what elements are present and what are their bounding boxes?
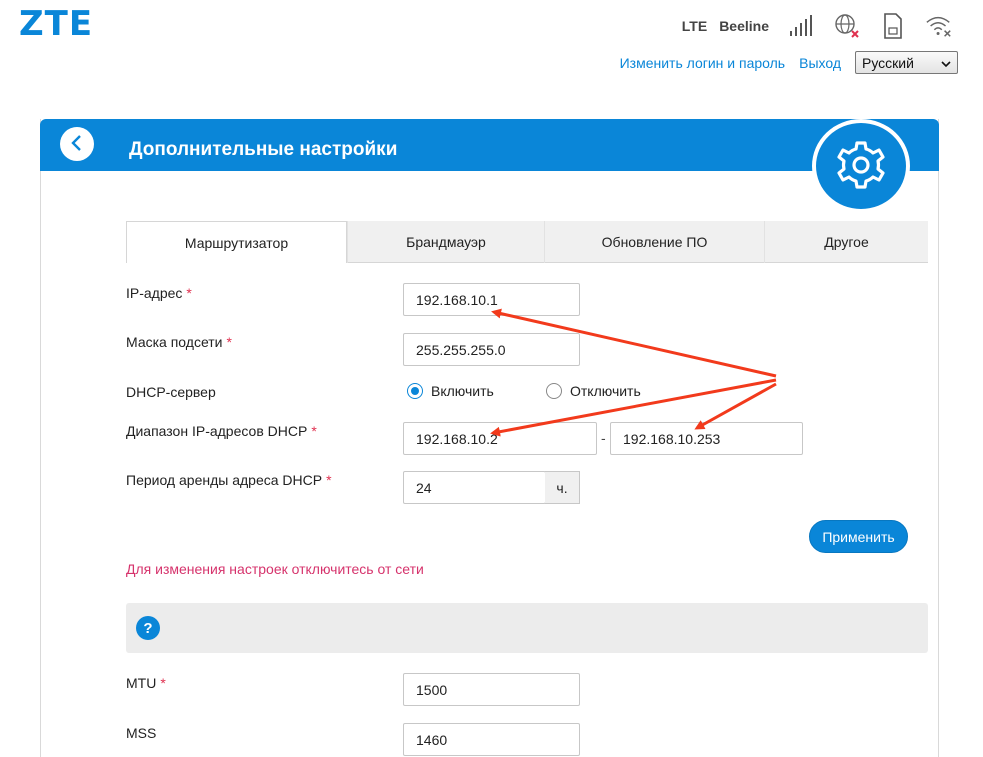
- back-button[interactable]: [60, 127, 94, 161]
- help-bar: ?: [126, 603, 928, 653]
- radio-unchecked-icon: [546, 383, 562, 399]
- language-select[interactable]: Русский: [855, 51, 958, 74]
- dhcp-range-end-input[interactable]: 192.168.10.253: [610, 422, 803, 455]
- signal-bars-icon: [787, 12, 815, 40]
- tab-other[interactable]: Другое: [764, 221, 928, 263]
- chevron-left-icon: [70, 134, 84, 155]
- dhcp-server-label: DHCP-сервер: [126, 384, 216, 400]
- change-login-link[interactable]: Изменить логин и пароль: [620, 55, 786, 71]
- gear-icon: [835, 139, 887, 194]
- dhcp-disable-label: Отключить: [570, 383, 641, 399]
- mtu-input[interactable]: 1500: [403, 673, 580, 706]
- zte-logo: ZTE: [19, 4, 94, 44]
- range-separator: -: [601, 430, 606, 446]
- lease-unit: ч.: [545, 471, 580, 504]
- sim-card-icon: [879, 12, 907, 40]
- globe-disconnected-icon: [833, 12, 861, 40]
- tab-firmware-update[interactable]: Обновление ПО: [544, 221, 764, 263]
- dhcp-lease-input[interactable]: 24: [403, 471, 546, 504]
- tab-router[interactable]: Маршрутизатор: [126, 221, 347, 263]
- top-links: Изменить логин и пароль Выход Русский: [620, 51, 958, 74]
- status-bar: LTE Beeline: [682, 12, 953, 40]
- ip-address-input[interactable]: 192.168.10.1: [403, 283, 580, 316]
- help-icon[interactable]: ?: [136, 616, 160, 640]
- mss-input[interactable]: 1460: [403, 723, 580, 756]
- network-type: LTE: [681, 18, 708, 34]
- chevron-down-icon: [941, 55, 951, 71]
- mss-label: MSS: [126, 725, 157, 741]
- operator-name: Beeline: [719, 18, 769, 34]
- panel-header: Дополнительные настройки: [40, 119, 939, 171]
- mtu-label: MTU *: [126, 675, 166, 691]
- apply-button[interactable]: Применить: [809, 520, 908, 553]
- radio-checked-icon: [407, 383, 423, 399]
- dhcp-disable-radio[interactable]: Отключить: [546, 383, 641, 399]
- dhcp-enable-radio[interactable]: Включить: [407, 383, 494, 399]
- settings-tabs: Маршрутизатор Брандмауэр Обновление ПО Д…: [126, 221, 928, 263]
- tab-firewall[interactable]: Брандмауэр: [347, 221, 544, 263]
- dhcp-range-start-input[interactable]: 192.168.10.2: [403, 422, 597, 455]
- disconnect-warning: Для изменения настроек отключитесь от се…: [126, 561, 424, 577]
- subnet-mask-label: Маска подсети *: [126, 334, 232, 350]
- dhcp-lease-label: Период аренды адреса DHCP *: [126, 472, 332, 488]
- dhcp-enable-label: Включить: [431, 383, 494, 399]
- subnet-mask-input[interactable]: 255.255.255.0: [403, 333, 580, 366]
- ip-address-label: IP-адрес *: [126, 285, 192, 301]
- settings-badge: [812, 119, 910, 213]
- dhcp-range-label: Диапазон IP-адресов DHCP *: [126, 423, 317, 439]
- logout-link[interactable]: Выход: [799, 55, 841, 71]
- language-value: Русский: [862, 54, 914, 71]
- wifi-disabled-icon: [925, 12, 953, 40]
- page-title: Дополнительные настройки: [129, 139, 398, 160]
